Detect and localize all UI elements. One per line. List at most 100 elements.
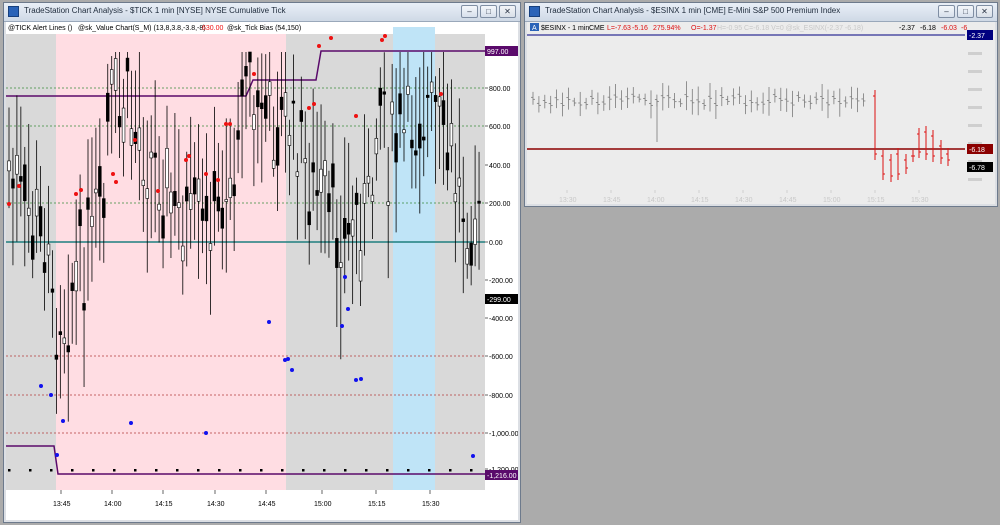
value-chart-reading: 630.00 [202, 25, 224, 32]
session-marker-21 [449, 469, 452, 472]
red-alert-dot-22 [439, 92, 443, 96]
tick-chart-window[interactable]: TradeStation Chart Analysis - $TICK 1 mi… [3, 2, 521, 523]
session-marker-15 [323, 469, 326, 472]
session-marker-16 [344, 469, 347, 472]
red-alert-dot-6 [133, 138, 137, 142]
tick-bar-body [307, 211, 311, 226]
tick-bar-body [169, 191, 173, 214]
time-tick-label-1: 14:00 [104, 501, 122, 508]
blue-alert-dot-10 [340, 324, 344, 328]
price-tick-label-3: 400.00 [489, 163, 511, 170]
minimize-button[interactable]: – [461, 5, 478, 18]
tick-bar-body [260, 102, 264, 110]
tick-bar-body [50, 288, 55, 293]
tick-bar-body [319, 168, 323, 193]
session-marker-12 [260, 469, 263, 472]
tick-bar-body [94, 188, 98, 194]
blue-alert-dot-8 [286, 357, 290, 361]
esinx-chart-area[interactable]: A $ESINX - 1 min CME L=-7.63 -5.16 275.9… [527, 22, 995, 204]
price-tick-label-5: 0.00 [489, 240, 503, 247]
tick-bar-body [422, 136, 426, 141]
esinx-mid: -5.16 [632, 25, 648, 32]
red-alert-dot-1 [17, 184, 21, 188]
tick-bar-body [445, 152, 450, 171]
tick-bar-body [78, 209, 82, 227]
session-marker-22 [470, 469, 473, 472]
maximize-button-2[interactable]: □ [957, 5, 974, 18]
red-alert-dot-12 [224, 122, 228, 126]
tick-window-titlebar[interactable]: TradeStation Chart Analysis - $TICK 1 mi… [4, 3, 520, 22]
price-tick-label-6: -200.00 [489, 278, 513, 285]
esinx-time-label-8: 15:30 [911, 197, 929, 204]
tick-chart-svg[interactable]: @TICK Alert Lines () @sk_Value Chart(S_M… [6, 22, 518, 520]
tick-bar-body [153, 152, 157, 158]
blue-alert-dot-11 [343, 275, 347, 279]
session-marker-20 [428, 469, 431, 472]
tick-bar-body [279, 96, 284, 110]
tick-bar-body [433, 95, 438, 102]
tick-bias-label: @sk_Tick Bias (54,150) [227, 25, 301, 32]
esinx-chart-svg[interactable]: A $ESINX - 1 min CME L=-7.63 -5.16 275.9… [527, 22, 995, 204]
price-axis [485, 34, 518, 490]
tick-bar-body [469, 242, 473, 266]
tick-bar-body [90, 215, 94, 227]
tick-bar-body [102, 198, 106, 218]
session-marker-9 [197, 469, 200, 472]
tick-bar-body [228, 177, 232, 198]
tick-bar-body [295, 171, 300, 177]
time-tick-label-3: 14:30 [207, 501, 225, 508]
session-marker-7 [155, 469, 158, 472]
tick-bar-body [346, 222, 351, 235]
value-chart-label: @sk_Value Chart(S_M) (13,8,3.8,-3.8,-8) [78, 25, 206, 32]
tick-bar-body [82, 303, 86, 311]
esinx-window-titlebar[interactable]: TradeStation Chart Analysis - $ESINX 1 m… [525, 3, 997, 22]
red-alert-dot-17 [317, 44, 321, 48]
tick-bar-body [133, 131, 138, 144]
tick-bar-body [453, 193, 458, 203]
tick-bar-body [394, 133, 398, 163]
tick-bar-body [477, 200, 481, 204]
price-tick-label-4: 200.00 [489, 201, 511, 208]
tick-bar-body [196, 178, 201, 202]
tick-bar-body [291, 100, 296, 104]
blue-alert-dot-13 [354, 378, 358, 382]
tick-bar-body [11, 178, 15, 189]
close-button-2[interactable]: ✕ [976, 5, 993, 18]
tick-bar-body [473, 218, 477, 245]
tick-bar-body [271, 159, 276, 169]
session-marker-1 [29, 469, 32, 472]
tick-chart-area[interactable]: @TICK Alert Lines () @sk_Value Chart(S_M… [6, 22, 518, 520]
tick-bar-body [165, 148, 169, 189]
maximize-button[interactable]: □ [480, 5, 497, 18]
red-alert-dot-2 [74, 192, 78, 196]
tick-bar-body [216, 196, 221, 212]
grey-zone-mid [286, 34, 393, 490]
close-button[interactable]: ✕ [499, 5, 516, 18]
tick-bar-body [113, 58, 118, 91]
esinx-faint-tick-0 [968, 52, 982, 55]
blue-alert-dot-1 [49, 393, 53, 397]
red-alert-dot-5 [114, 180, 118, 184]
red-alert-dot-15 [307, 106, 311, 110]
tick-bar-body [449, 123, 454, 147]
tick-bar-body [252, 114, 256, 130]
esinx-chart-window[interactable]: TradeStation Chart Analysis - $ESINX 1 m… [524, 2, 998, 207]
tick-bar-body [66, 345, 70, 353]
tick-bar-body [137, 127, 142, 151]
tradestation-app-icon-2 [529, 6, 540, 17]
tick-bar-body [410, 139, 414, 149]
esinx-value-4: -6 [961, 25, 967, 32]
tick-bar-body [244, 66, 248, 77]
esinx-value-3: -6.03 [941, 25, 957, 32]
red-alert-dot-0 [7, 202, 11, 206]
price-tick-label-1: 800.00 [489, 86, 511, 93]
red-alert-dot-3 [79, 188, 83, 192]
minimize-button-2[interactable]: – [938, 5, 955, 18]
tick-bar-body [429, 81, 434, 93]
tick-bar-body [267, 81, 272, 96]
tick-bar-body [354, 192, 359, 205]
tick-bar-body [15, 154, 19, 175]
session-marker-0 [8, 469, 11, 472]
red-alert-dot-20 [380, 38, 384, 42]
esinx-pct: 275.94% [653, 25, 681, 32]
